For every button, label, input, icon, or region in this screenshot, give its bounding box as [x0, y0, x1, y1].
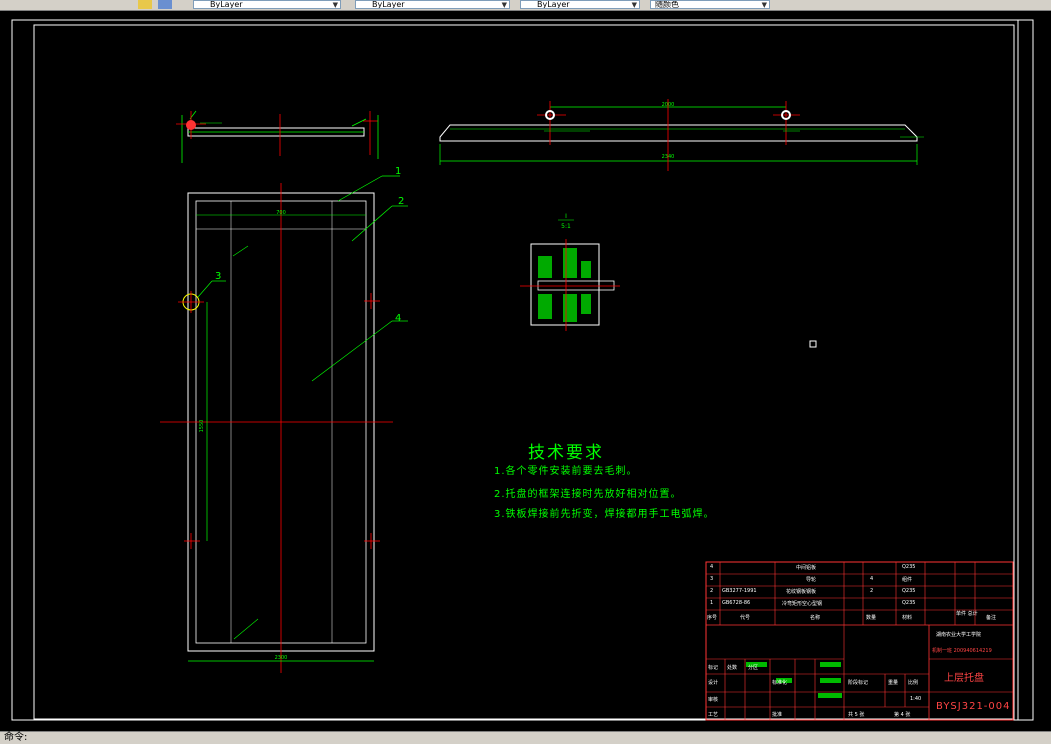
sheet-total: 共 5 张: [848, 712, 865, 718]
tech-requirement-3: 3.铁板焊接前先折变，焊接都用手工电弧焊。: [494, 509, 715, 520]
bom-material: 组件: [902, 577, 913, 583]
side-view: [176, 110, 379, 163]
label-ratio: 比例: [908, 680, 919, 686]
top-view: 2340 2000: [439, 99, 924, 171]
drawing-canvas[interactable]: 2340 2000: [0, 11, 1051, 731]
lineweight-combo-value: ByLayer: [537, 0, 570, 9]
command-line[interactable]: 命令:: [0, 731, 1051, 744]
bom-material: Q235: [902, 600, 916, 606]
bom-header-weight: 单件 总计: [956, 611, 978, 617]
bom-name: 导轮: [806, 577, 817, 583]
grip-marker[interactable]: [809, 340, 817, 348]
tech-requirement-2: 2.托盘的框架连接时先放好相对位置。: [494, 489, 682, 500]
bom-no: 2: [710, 588, 714, 594]
bom-code: GB6728-86: [722, 600, 751, 606]
bom-table: 4 中间铝板 Q235 3 导轮 4 组件 2 GB3277-1991 花纹钢板…: [706, 562, 1013, 625]
front-inner-dim: 1550: [199, 420, 205, 433]
chevron-down-icon: ▼: [501, 1, 507, 9]
section-scale: 5:1: [561, 223, 571, 230]
label-standard: 标准化: [772, 680, 788, 686]
bom-header-note: 备注: [986, 615, 997, 621]
color-combo[interactable]: ByLayer ▼: [193, 0, 341, 9]
layer-icon[interactable]: [138, 0, 152, 9]
label-count: 处数: [727, 665, 738, 671]
front-width-dim: 2300: [275, 655, 288, 661]
properties-toolbar: ByLayer ▼ ByLayer ▼ ByLayer ▼ 随颜色 ▼: [0, 0, 1051, 11]
label-review: 审核: [708, 697, 719, 703]
label-process: 工艺: [708, 712, 719, 718]
bom-qty: 4: [870, 576, 874, 582]
section-label: I: [565, 213, 567, 220]
bom-no: 3: [710, 576, 714, 582]
side-width-dim: 700: [276, 210, 286, 216]
section-detail: I 5:1: [520, 213, 620, 331]
tech-requirement-1: 1.各个零件安装前要去毛刺。: [494, 466, 638, 477]
school-name: 湖南农业大学工学院: [936, 632, 982, 638]
chevron-down-icon: ▼: [761, 1, 767, 9]
chevron-down-icon: ▼: [332, 1, 338, 9]
plotstyle-combo-value: 随颜色: [655, 0, 679, 9]
bom-name: 花纹钢板钢板: [786, 589, 817, 595]
color-combo-value: ByLayer: [210, 0, 243, 9]
scale-value: 1:40: [910, 696, 922, 702]
label-stage: 阶段标记: [848, 680, 869, 686]
bom-code: GB3277-1991: [722, 588, 757, 594]
balloon-2: 2: [398, 196, 404, 207]
bom-header-material: 材料: [902, 615, 913, 621]
balloon-3: 3: [215, 271, 221, 282]
bom-header-no: 序号: [707, 615, 718, 621]
bom-name: 冷弯矩形空心型钢: [782, 601, 823, 607]
bom-no: 1: [710, 600, 714, 606]
bom-material: Q235: [902, 564, 916, 570]
bom-header-qty: 数量: [866, 615, 877, 621]
linetype-combo[interactable]: ByLayer ▼: [355, 0, 510, 9]
bom-header-name: 名称: [810, 615, 821, 621]
linetype-combo-value: ByLayer: [372, 0, 405, 9]
label-zone: 分区: [748, 665, 759, 671]
bom-header-code: 代号: [740, 615, 751, 621]
bom-row-1: 1 GB6728-86 冷弯矩形空心型钢 Q235: [706, 600, 1013, 610]
label-design: 设计: [708, 680, 719, 686]
class-info: 机制一班 200940614219: [932, 648, 992, 654]
chevron-down-icon: ▼: [631, 1, 637, 9]
drawing-name: 上层托盘: [944, 673, 984, 684]
tech-requirements-title: 技术要求: [528, 443, 604, 463]
lineweight-combo[interactable]: ByLayer ▼: [520, 0, 640, 9]
front-view: 1550 2300 700 1 2 3 4: [160, 166, 408, 673]
label-mark: 标记: [708, 665, 719, 671]
layer-states-icon[interactable]: [158, 0, 172, 9]
bom-no: 4: [710, 564, 714, 570]
sheet-number: 第 4 张: [894, 712, 911, 718]
bom-qty: 2: [870, 588, 874, 594]
command-prompt: 命令:: [4, 732, 28, 743]
bom-material: Q235: [902, 588, 916, 594]
balloon-1: 1: [395, 166, 401, 177]
bom-header: 序号 代号 名称 数量 材料 单件 总计 备注: [706, 611, 1013, 624]
label-weight: 重量: [888, 680, 899, 686]
label-approve: 批准: [772, 712, 783, 718]
balloon-4: 4: [395, 313, 401, 324]
bom-row-2: 2 GB3277-1991 花纹钢板钢板 2 Q235: [706, 588, 1013, 598]
bom-row-4: 4 中间铝板 Q235: [706, 564, 1013, 574]
bom-row-3: 3 导轮 4 组件: [706, 576, 1013, 586]
bom-name: 中间铝板: [796, 565, 817, 571]
drawing-number: BYSJ321-004: [936, 701, 1011, 712]
plotstyle-combo[interactable]: 随颜色 ▼: [650, 0, 770, 9]
